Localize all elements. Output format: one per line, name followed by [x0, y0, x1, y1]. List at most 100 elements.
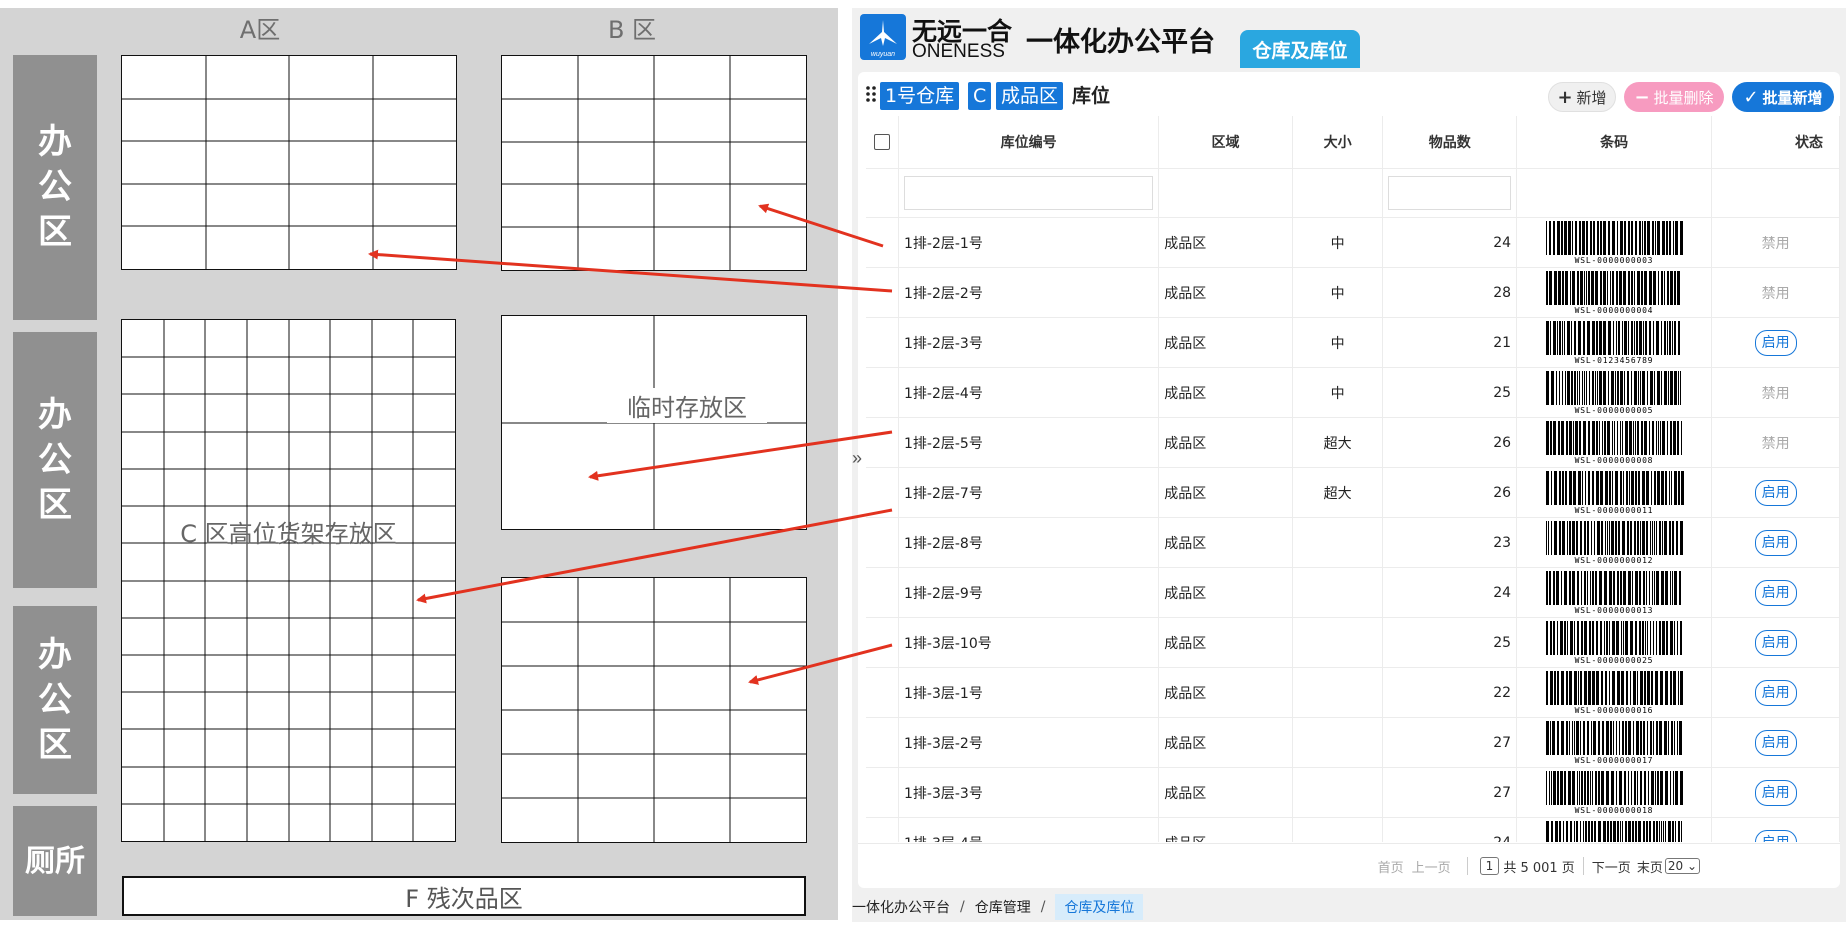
- barcode-cell: WSL-0000000013: [1516, 567, 1713, 618]
- barcode-image: WSL-0000000011: [1546, 470, 1685, 515]
- footer-crumb-warehouse-mgmt[interactable]: 仓库管理: [975, 897, 1031, 917]
- table-row[interactable]: 1排-3层-1号 成品区 22 WSL-0000000016 启用: [866, 667, 1840, 718]
- location-code: 1排-2层-1号: [898, 217, 1160, 268]
- barcode-cell: WSL-0123456789: [1516, 317, 1713, 368]
- col-header-size[interactable]: 大小: [1292, 116, 1384, 169]
- table-row[interactable]: 1排-2层-1号 成品区中 24 WSL-0000000003 禁用: [866, 217, 1840, 268]
- location-table-wrapper[interactable]: 库位编号 区域 大小 物品数 条码 状态 1排-2层-1号 成品区 中 24 W…: [866, 116, 1840, 842]
- status-enabled-button[interactable]: 启用: [1754, 679, 1797, 706]
- table-row[interactable]: 1排-2层-8号 成品区 23 WSL-0000000012 启用: [866, 517, 1840, 568]
- location-area: 成品区: [1158, 517, 1293, 568]
- crumb-zone-c[interactable]: C: [968, 82, 992, 110]
- barcode-cell: WSL-0000000012: [1516, 517, 1713, 568]
- col-header-code[interactable]: 库位编号: [898, 116, 1160, 169]
- status-enabled-button[interactable]: 启用: [1754, 329, 1797, 356]
- col-header-barcode[interactable]: 条码: [1516, 116, 1713, 169]
- pager-prev[interactable]: 上一页: [1412, 857, 1451, 876]
- barcode-cell: WSL-0000000008: [1516, 417, 1713, 468]
- location-area: 成品区: [1158, 817, 1293, 842]
- location-area: 成品区: [1158, 767, 1293, 818]
- batch-add-label: 批量新增: [1762, 88, 1823, 107]
- barcode-text: WSL-0000000004: [1575, 306, 1654, 315]
- collapse-toggle-icon[interactable]: »: [852, 448, 862, 469]
- status-enabled-button[interactable]: 启用: [1754, 629, 1797, 656]
- col-header-status[interactable]: 状态: [1711, 116, 1840, 169]
- grid-lines: [502, 578, 806, 842]
- table-row[interactable]: 1排-2层-5号 成品区 超大 26 WSL-0000000008 禁用: [866, 417, 1840, 468]
- status-cell: 启用: [1711, 317, 1840, 368]
- location-size: 中: [1292, 217, 1384, 268]
- item-count: 26: [1382, 417, 1518, 468]
- barcode-image: WSL-0000000003: [1546, 220, 1684, 265]
- status-cell: 启用: [1711, 517, 1840, 568]
- location-area: 成品区: [1158, 267, 1293, 318]
- page-size-select[interactable]: 20 ⌄: [1664, 858, 1700, 874]
- toolbar: 1号仓库 C 成品区 库位 + 新增 − 批量删除 ✓ 批量新增: [858, 72, 1840, 116]
- barcode-text: WSL-0000000017: [1575, 756, 1654, 765]
- status-enabled-button[interactable]: 启用: [1754, 729, 1797, 756]
- pagination: 首页 上一页 1 共 5 001 页 下一页 末页 20 ⌄: [858, 843, 1840, 888]
- row-select-cell: [866, 317, 900, 368]
- table-row[interactable]: 1排-3层-3号 成品区 27 WSL-0000000018 启用: [866, 767, 1840, 818]
- batch-add-button[interactable]: ✓ 批量新增: [1732, 82, 1834, 112]
- item-count: 27: [1382, 767, 1518, 818]
- row-select-cell: [866, 617, 900, 668]
- tab-warehouse-and-locations[interactable]: 仓库及库位: [1240, 30, 1360, 68]
- pager-last[interactable]: 末页: [1637, 857, 1663, 876]
- table-row[interactable]: 1排-3层-10号 成品区 25 WSL-0000000025 启用: [866, 617, 1840, 668]
- drag-handle-icon[interactable]: [866, 86, 876, 102]
- barcode-text: WSL-0123456789: [1575, 356, 1654, 365]
- status-cell: 禁用: [1711, 367, 1840, 418]
- location-size: 中: [1292, 267, 1384, 318]
- select-all-checkbox[interactable]: [874, 134, 890, 150]
- table-row[interactable]: 1排-3层-2号 成品区 27 WSL-0000000017 启用: [866, 717, 1840, 768]
- select-all-cell[interactable]: [866, 116, 900, 169]
- status-enabled-button[interactable]: 启用: [1754, 779, 1797, 806]
- count-filter-input[interactable]: [1388, 176, 1512, 210]
- row-select-cell: [866, 767, 900, 818]
- barcode-cell: WSL-0000000025: [1516, 617, 1713, 668]
- company-logo: wuyuan: [860, 14, 906, 60]
- table-row[interactable]: 1排-2层-4号 成品区中 25 WSL-0000000005 禁用: [866, 367, 1840, 418]
- location-size: [1292, 517, 1384, 568]
- barcode-image: WSL-0000000016: [1546, 670, 1684, 715]
- location-size: [1292, 817, 1384, 842]
- item-count: 22: [1382, 667, 1518, 718]
- barcode-cell: WSL-0000000005: [1516, 367, 1713, 418]
- barcode-cell: WSL-0000000003: [1516, 217, 1713, 268]
- barcode-text: WSL-0000000025: [1575, 656, 1654, 665]
- batch-delete-button[interactable]: − 批量删除: [1624, 82, 1724, 112]
- table-row[interactable]: 1排-2层-7号 成品区 超大 26 WSL-0000000011 启用: [866, 467, 1840, 518]
- status-disabled-text: 禁用: [1761, 435, 1790, 452]
- platform-title: 一体化办公平台: [1026, 27, 1215, 58]
- crumb-warehouse[interactable]: 1号仓库: [880, 82, 960, 110]
- status-enabled-button[interactable]: 启用: [1754, 829, 1797, 842]
- status-enabled-button[interactable]: 启用: [1754, 529, 1797, 556]
- zone-f-defective-area: F 残次品区: [122, 876, 806, 916]
- table-row[interactable]: 1排-3层-4号成品区 24 启用: [866, 817, 1840, 842]
- location-code: 1排-3层-2号: [898, 717, 1160, 768]
- status-disabled-text: 禁用: [1761, 235, 1790, 252]
- footer-crumb-current[interactable]: 仓库及库位: [1055, 894, 1144, 920]
- logo-subtext: wuyuan: [870, 51, 896, 58]
- table-row[interactable]: 1排-2层-9号 成品区 24 WSL-0000000013 启用: [866, 567, 1840, 618]
- footer-crumb-platform[interactable]: 一体化办公平台: [852, 897, 950, 917]
- zone-c-high-shelf-grid: C 区高位货架存放区: [121, 319, 456, 842]
- grid-lines: [502, 56, 806, 270]
- crumb-finished-goods[interactable]: 成品区: [996, 82, 1064, 110]
- pager-first[interactable]: 首页: [1378, 857, 1404, 876]
- page-number-input[interactable]: 1: [1479, 857, 1500, 875]
- col-header-area[interactable]: 区域: [1158, 116, 1293, 169]
- location-size: 中: [1292, 367, 1384, 418]
- status-enabled-button[interactable]: 启用: [1754, 479, 1797, 506]
- zone-c-label: C 区高位货架存放区: [180, 520, 397, 548]
- col-header-count[interactable]: 物品数: [1382, 116, 1518, 169]
- location-area: 成品区: [1158, 717, 1293, 768]
- add-button[interactable]: + 新增: [1548, 82, 1616, 112]
- table-row[interactable]: 1排-2层-2号 成品区中 28 WSL-0000000004 禁用: [866, 267, 1840, 318]
- code-filter-input[interactable]: [904, 176, 1154, 210]
- pager-next[interactable]: 下一页: [1592, 857, 1631, 876]
- status-enabled-button[interactable]: 启用: [1754, 579, 1797, 606]
- barcode-text: WSL-0000000003: [1575, 256, 1654, 265]
- table-row[interactable]: 1排-2层-3号 成品区中 21 WSL-0123456789 启用: [866, 317, 1840, 368]
